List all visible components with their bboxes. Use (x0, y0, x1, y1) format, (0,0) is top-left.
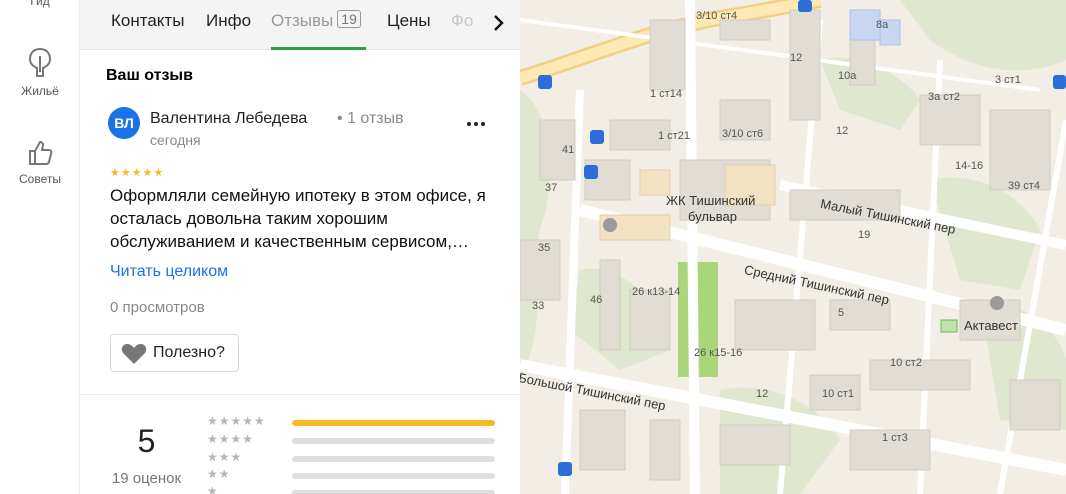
rating-row-stars: ★★★★ (207, 432, 255, 446)
rating-row-stars: ★★★ (207, 450, 243, 464)
average-rating: 5 (137, 423, 156, 459)
building-label: 33 (532, 300, 545, 312)
read-more-link[interactable]: Читать целиком (110, 263, 228, 281)
building-label: 3а ст2 (928, 91, 960, 103)
building-label: 26 к15-16 (694, 347, 743, 359)
tab-reviews[interactable]: Отзывы 19 (271, 10, 361, 40)
rating-bar-track (292, 438, 495, 444)
building-label: 10 ст1 (822, 388, 854, 400)
rail-item-guide[interactable]: Гид (0, 0, 80, 8)
poi-jk-line1: ЖК Тишинский (666, 193, 756, 208)
section-divider (80, 394, 520, 395)
rating-row-stars: ★★ (207, 467, 231, 481)
building-label: 1 ст21 (658, 130, 690, 142)
tab-contacts[interactable]: Контакты (111, 10, 184, 40)
poi-jk-line2: бульвар (688, 209, 737, 224)
tab-reviews-count: 19 (337, 10, 361, 28)
review-text: Оформляли семейную ипотеку в этом офисе,… (110, 186, 486, 251)
review-author[interactable]: Валентина Лебедева (150, 110, 307, 128)
building-label: 12 (756, 388, 769, 400)
tab-prices[interactable]: Цены (387, 10, 431, 40)
tab-info[interactable]: Инфо (206, 10, 251, 40)
rating-bar-track (292, 456, 495, 462)
active-tab-indicator (271, 47, 366, 50)
building-label: 3/10 ст6 (722, 128, 764, 140)
building-label: 26 к13-14 (632, 286, 681, 298)
rail-item-housing-label: Жильё (21, 84, 59, 98)
organization-panel: Контакты Инфо Отзывы 19 Цены Фо Ваш отзыв… (80, 0, 520, 494)
your-review-heading: Ваш отзыв (106, 67, 193, 84)
rail-item-housing[interactable]: Жильё (0, 46, 80, 98)
rail-item-tips[interactable]: Советы (0, 138, 80, 186)
rating-row-stars: ★★★★★ (207, 414, 266, 428)
building-label: 12 (836, 125, 849, 137)
building-label: 46 (590, 294, 603, 306)
building-label: 1 ст14 (650, 88, 682, 100)
building-label: 12 (790, 52, 803, 64)
building-label: 41 (562, 144, 575, 156)
heart-icon (121, 344, 147, 364)
house-icon (28, 47, 52, 77)
rail-item-guide-label: Гид (30, 0, 50, 8)
thumbs-up-icon (29, 140, 53, 165)
map[interactable]: Малый Тишинский пер Средний Тишинский пе… (520, 0, 1066, 494)
tab-reviews-label: Отзывы (271, 11, 334, 30)
tab-bar: Контакты Инфо Отзывы 19 Цены Фо (80, 0, 520, 50)
rating-row-5: ★★★★★ (207, 414, 497, 432)
rating-row-stars: ★ (207, 484, 219, 494)
chevron-right-icon[interactable] (488, 11, 510, 35)
building-label: 10а (838, 70, 857, 82)
building-label: 19 (858, 229, 871, 241)
building-label: 14-16 (955, 160, 984, 172)
rating-bar-track (292, 490, 495, 494)
building-label: 5 (838, 307, 845, 319)
left-rail: Гид Жильё Советы (0, 0, 80, 494)
rating-row-2: ★★ (207, 467, 497, 485)
rating-bar-fill (292, 420, 495, 426)
rating-bar-track (292, 420, 495, 426)
helpful-button[interactable]: Полезно? (110, 334, 239, 372)
more-options-icon[interactable] (464, 114, 488, 134)
poi-jk-tishinsky[interactable]: ЖК Тишинский бульвар (666, 193, 755, 225)
building-label: 3 ст1 (995, 74, 1021, 86)
rating-row-4: ★★★★ (207, 432, 497, 450)
author-reviews-label: 1 отзыв (347, 110, 404, 127)
rail-item-tips-label: Советы (19, 172, 61, 186)
helpful-label: Полезно? (153, 344, 225, 361)
building-label: 3/10 ст4 (696, 10, 738, 22)
map-canvas (520, 0, 1066, 494)
author-reviews-count[interactable]: • 1 отзыв (337, 110, 404, 128)
review-date: сегодня (150, 132, 201, 148)
tab-photo[interactable]: Фо (451, 10, 473, 40)
building-label: 37 (545, 182, 558, 194)
rating-row-1: ★ (207, 484, 497, 494)
ratings-count: 19 оценок (111, 470, 182, 487)
page: Гид Жильё Советы Контакты Инфо Отзывы 19 … (0, 0, 1066, 494)
building-label: 8а (876, 19, 889, 31)
poi-aktavest[interactable]: Актавест (964, 318, 1018, 334)
building-label: 10 ст2 (890, 357, 922, 369)
building-label: 39 ст4 (1008, 180, 1040, 192)
rating-bar-track (292, 473, 495, 479)
review-rating-stars: ★★★★★ (110, 167, 165, 179)
review-views: 0 просмотров (110, 299, 205, 316)
author-separator: • (337, 110, 343, 127)
building-label: 35 (538, 242, 551, 254)
rating-row-3: ★★★ (207, 450, 497, 468)
avatar[interactable]: ВЛ (108, 107, 140, 139)
building-label: 1 ст3 (882, 432, 908, 444)
